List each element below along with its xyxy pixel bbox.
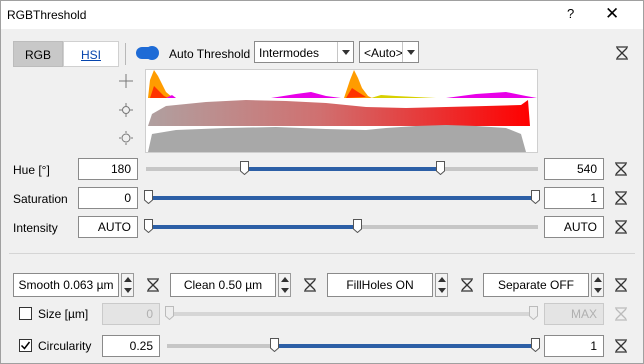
reset-icon[interactable] — [614, 278, 628, 292]
fillholes-spinbox[interactable]: FillHoles ON — [327, 273, 433, 297]
size-label: Size [µm] — [38, 307, 89, 321]
fillholes-stepper[interactable] — [435, 273, 448, 297]
help-button[interactable]: ? — [567, 6, 574, 21]
tab-rgb[interactable]: RGB — [13, 41, 63, 67]
circularity-low-handle[interactable] — [270, 338, 280, 352]
hue-slider-range — [244, 167, 440, 171]
size-checkbox[interactable] — [19, 307, 32, 320]
arrow-up-icon[interactable] — [281, 277, 289, 282]
intensity-slider-range — [146, 225, 358, 229]
arrow-down-icon[interactable] — [594, 288, 602, 293]
title-bar: RGBThreshold ? ✕ — [1, 1, 643, 29]
hue-low-input[interactable]: 180 — [78, 158, 138, 180]
saturation-label: Saturation — [13, 192, 68, 206]
hue-label: Hue [°] — [13, 163, 50, 177]
threshold-method-value: Intermodes — [259, 46, 320, 60]
histogram-panel — [145, 69, 538, 153]
circularity-label: Circularity — [38, 339, 92, 353]
window-title: RGBThreshold — [7, 8, 87, 22]
circularity-low-input[interactable]: 0.25 — [102, 335, 160, 357]
arrow-up-icon[interactable] — [594, 277, 602, 282]
auto-threshold-toggle[interactable] — [136, 46, 159, 60]
threshold-target-select[interactable]: <Auto> — [359, 41, 419, 63]
arrow-up-icon[interactable] — [438, 277, 446, 282]
size-slider-track[interactable] — [167, 312, 538, 316]
hue-histogram — [148, 70, 537, 98]
saturation-low-handle[interactable] — [144, 190, 153, 204]
reset-icon[interactable] — [615, 46, 629, 60]
intensity-high-input[interactable]: AUTO — [544, 216, 604, 238]
intensity-high-handle[interactable] — [353, 219, 363, 233]
clean-stepper[interactable] — [278, 273, 291, 297]
toolbar-divider — [125, 43, 126, 65]
reset-icon[interactable] — [614, 162, 628, 176]
crosshair-icon[interactable] — [118, 73, 134, 89]
separate-stepper[interactable] — [591, 273, 604, 297]
chevron-down-icon[interactable] — [402, 42, 418, 62]
histogram-plot — [148, 70, 537, 152]
smooth-spinbox[interactable]: Smooth 0.063 µm — [13, 273, 119, 297]
smooth-stepper[interactable] — [121, 273, 134, 297]
threshold-method-select[interactable]: Intermodes — [254, 41, 354, 63]
size-high-handle[interactable] — [529, 306, 538, 320]
checkmark-icon — [20, 341, 31, 350]
intensity-label: Intensity — [13, 221, 58, 235]
tab-hsi[interactable]: HSI — [63, 41, 119, 67]
arrow-down-icon[interactable] — [281, 288, 289, 293]
close-button[interactable]: ✕ — [605, 4, 619, 24]
reset-icon[interactable] — [303, 278, 317, 292]
circularity-high-input[interactable]: 1 — [544, 335, 604, 357]
hue-high-handle[interactable] — [435, 161, 445, 175]
circularity-checkbox[interactable] — [19, 339, 32, 352]
auto-threshold-label: Auto Threshold — [169, 47, 251, 61]
saturation-high-input[interactable]: 1 — [544, 187, 604, 209]
hue-high-input[interactable]: 540 — [544, 158, 604, 180]
arrow-down-icon[interactable] — [438, 288, 446, 293]
separate-spinbox[interactable]: Separate OFF — [483, 273, 589, 297]
size-low-handle[interactable] — [165, 306, 174, 320]
clean-spinbox[interactable]: Clean 0.50 µm — [170, 273, 276, 297]
reset-icon[interactable] — [614, 220, 628, 234]
reset-icon[interactable] — [614, 307, 628, 321]
sun-icon[interactable] — [118, 102, 134, 118]
circularity-high-handle[interactable] — [531, 338, 540, 352]
threshold-target-value: <Auto> — [364, 46, 403, 60]
reset-icon[interactable] — [614, 191, 628, 205]
saturation-low-input[interactable]: 0 — [78, 187, 138, 209]
intensity-low-handle[interactable] — [144, 219, 153, 233]
section-divider — [9, 253, 635, 254]
intensity-histogram — [148, 125, 526, 152]
reset-icon[interactable] — [460, 278, 474, 292]
rgb-threshold-dialog: RGBThreshold ? ✕ RGB HSI Auto Threshold … — [0, 0, 644, 364]
hue-low-handle[interactable] — [239, 161, 249, 175]
saturation-slider-range — [146, 196, 538, 200]
arrow-up-icon[interactable] — [124, 277, 132, 282]
chevron-down-icon[interactable] — [337, 42, 353, 62]
reset-icon[interactable] — [614, 339, 628, 353]
reset-icon[interactable] — [146, 278, 160, 292]
circularity-slider-range — [274, 344, 538, 348]
saturation-high-handle[interactable] — [531, 190, 540, 204]
intensity-low-input[interactable]: AUTO — [78, 216, 138, 238]
brightness-icon[interactable] — [118, 130, 134, 146]
arrow-down-icon[interactable] — [124, 288, 132, 293]
saturation-histogram — [148, 100, 530, 126]
size-high-input[interactable]: MAX — [544, 303, 604, 325]
size-low-input[interactable]: 0 — [102, 303, 160, 325]
